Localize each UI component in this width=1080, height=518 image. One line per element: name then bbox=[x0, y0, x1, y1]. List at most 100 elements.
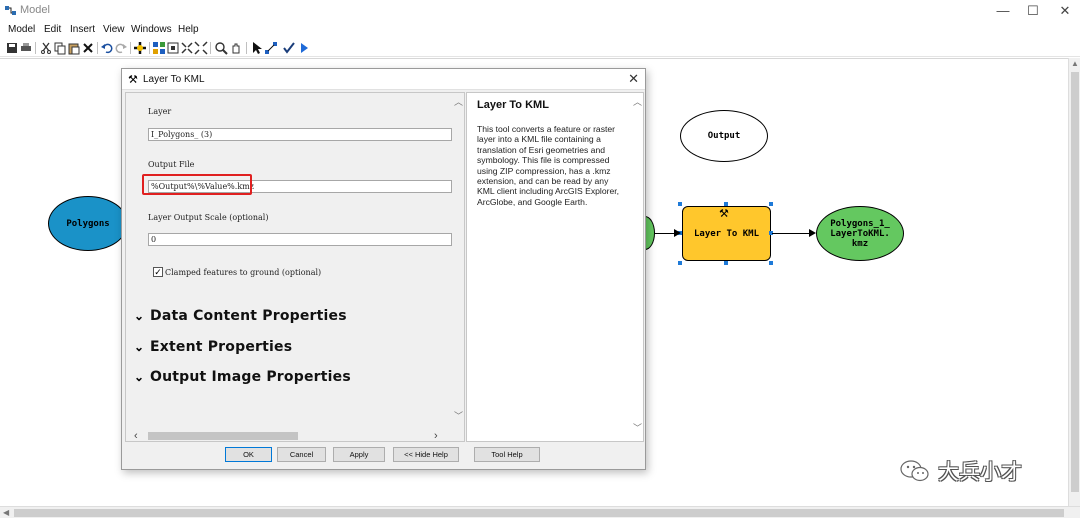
canvas-vertical-scrollbar[interactable]: ▲ bbox=[1068, 58, 1080, 506]
run-icon[interactable] bbox=[297, 41, 311, 55]
tool-node-label: Layer To KML bbox=[693, 228, 760, 239]
params-vertical-scrollbar[interactable]: ︿ ﹀ bbox=[451, 93, 464, 433]
copy-icon[interactable] bbox=[53, 41, 67, 55]
chevron-down-icon[interactable]: ﹀ bbox=[633, 421, 642, 434]
layer-to-kml-dialog: ⚒ Layer To KML ✕ Layer I_Polygons_ (3) O… bbox=[121, 68, 646, 470]
section-output-image[interactable]: ⌄ Output Image Properties bbox=[134, 369, 351, 385]
clamp-checkbox[interactable]: ✓ bbox=[153, 267, 163, 277]
section-label: Extent Properties bbox=[150, 339, 293, 355]
canvas-horizontal-scrollbar[interactable]: ◀ bbox=[0, 506, 1080, 518]
paste-icon[interactable] bbox=[67, 41, 81, 55]
scroll-thumb[interactable] bbox=[148, 432, 298, 440]
variable-node-output[interactable]: Output bbox=[680, 110, 768, 162]
close-button[interactable]: ✕ bbox=[1050, 2, 1080, 20]
menu-insert[interactable]: Insert bbox=[70, 24, 95, 35]
menu-view[interactable]: View bbox=[103, 24, 125, 35]
selection-handle[interactable] bbox=[769, 202, 773, 206]
auto-layout-icon[interactable] bbox=[152, 41, 166, 55]
chevron-down-icon: ⌄ bbox=[134, 309, 145, 323]
scale-input[interactable]: 0 bbox=[148, 233, 452, 246]
maximize-button[interactable]: ☐ bbox=[1018, 2, 1048, 20]
redo-icon[interactable] bbox=[114, 41, 128, 55]
output-node-label: Polygons_1_ LayerToKML. kmz bbox=[830, 218, 890, 249]
scroll-up-icon[interactable]: ▲ bbox=[1071, 59, 1079, 68]
save-icon[interactable] bbox=[5, 41, 19, 55]
fixed-zoom-in-icon[interactable] bbox=[180, 41, 194, 55]
connector-line bbox=[772, 233, 810, 234]
model-app-icon bbox=[5, 6, 16, 15]
window-title: Model bbox=[20, 4, 50, 16]
chevron-right-icon[interactable]: › bbox=[434, 430, 438, 441]
highlight-annotation bbox=[142, 174, 252, 195]
select-icon[interactable] bbox=[250, 41, 264, 55]
menu-bar: Model Edit Insert View Windows Help bbox=[0, 22, 1080, 39]
section-label: Output Image Properties bbox=[150, 369, 351, 385]
section-label: Data Content Properties bbox=[150, 308, 347, 324]
input-node-polygons[interactable]: Polygons bbox=[48, 196, 128, 251]
add-data-icon[interactable] bbox=[133, 41, 147, 55]
tool-help-button[interactable]: Tool Help bbox=[474, 447, 540, 462]
chevron-down-icon: ⌄ bbox=[134, 370, 145, 384]
print-icon[interactable] bbox=[19, 41, 33, 55]
cut-icon[interactable] bbox=[39, 41, 53, 55]
undo-icon[interactable] bbox=[100, 41, 114, 55]
ok-button[interactable]: OK bbox=[225, 447, 272, 462]
wechat-icon bbox=[900, 460, 929, 482]
window-titlebar: Model — ☐ ✕ bbox=[0, 0, 1080, 22]
parameters-pane: Layer I_Polygons_ (3) Output File %Outpu… bbox=[125, 92, 465, 442]
menu-edit[interactable]: Edit bbox=[44, 24, 61, 35]
scale-label: Layer Output Scale (optional) bbox=[148, 213, 269, 222]
toolbar-separator bbox=[130, 42, 131, 54]
dialog-close-button[interactable]: ✕ bbox=[628, 71, 639, 87]
chevron-up-icon[interactable]: ︿ bbox=[454, 95, 463, 108]
layer-label: Layer bbox=[148, 107, 172, 116]
hide-help-button[interactable]: << Hide Help bbox=[393, 447, 459, 462]
connector-arrowhead bbox=[809, 229, 816, 237]
help-pane: Layer To KML This tool converts a featur… bbox=[466, 92, 644, 442]
selection-handle[interactable] bbox=[724, 261, 728, 265]
toolbar-separator bbox=[97, 42, 98, 54]
validate-icon[interactable] bbox=[282, 41, 296, 55]
cancel-button[interactable]: Cancel bbox=[277, 447, 326, 462]
selection-handle[interactable] bbox=[769, 261, 773, 265]
section-data-content[interactable]: ⌄ Data Content Properties bbox=[134, 308, 347, 324]
selection-handle[interactable] bbox=[678, 261, 682, 265]
minimize-button[interactable]: — bbox=[988, 2, 1018, 20]
section-extent[interactable]: ⌄ Extent Properties bbox=[134, 339, 292, 355]
fixed-zoom-out-icon[interactable] bbox=[194, 41, 208, 55]
menu-model[interactable]: Model bbox=[8, 24, 35, 35]
menu-windows[interactable]: Windows bbox=[131, 24, 172, 35]
zoom-icon[interactable] bbox=[214, 41, 228, 55]
chevron-left-icon[interactable]: ‹ bbox=[134, 430, 138, 441]
full-extent-icon[interactable] bbox=[166, 41, 180, 55]
clamp-checkbox-row: ✓ Clamped features to ground (optional) bbox=[153, 267, 321, 277]
chevron-down-icon[interactable]: ﹀ bbox=[454, 409, 463, 422]
variable-node-label: Output bbox=[707, 131, 741, 141]
watermark-text: 大兵小才 bbox=[938, 460, 1022, 484]
selection-handle[interactable] bbox=[678, 202, 682, 206]
chevron-up-icon[interactable]: ︿ bbox=[633, 95, 642, 108]
selection-handle[interactable] bbox=[724, 202, 728, 206]
connect-icon[interactable] bbox=[264, 41, 278, 55]
apply-button[interactable]: Apply bbox=[333, 447, 385, 462]
output-node-kmz[interactable]: Polygons_1_ LayerToKML. kmz bbox=[816, 206, 904, 261]
help-vertical-scrollbar[interactable]: ︿ ﹀ bbox=[630, 93, 643, 441]
toolbar-separator bbox=[210, 42, 211, 54]
params-horizontal-scrollbar[interactable]: ‹ › bbox=[126, 429, 451, 441]
scroll-thumb[interactable] bbox=[14, 509, 1064, 517]
hammer-icon: ⚒ bbox=[719, 208, 729, 220]
chevron-down-icon: ⌄ bbox=[134, 340, 145, 354]
dialog-titlebar: ⚒ Layer To KML ✕ bbox=[122, 69, 645, 90]
dialog-title: Layer To KML bbox=[143, 74, 205, 85]
pan-icon[interactable] bbox=[229, 41, 243, 55]
layer-input[interactable]: I_Polygons_ (3) bbox=[148, 128, 452, 141]
scroll-left-icon[interactable]: ◀ bbox=[3, 508, 9, 517]
help-body: This tool converts a feature or raster l… bbox=[477, 124, 620, 207]
delete-icon[interactable] bbox=[81, 41, 95, 55]
scroll-thumb[interactable] bbox=[1071, 72, 1079, 492]
help-title: Layer To KML bbox=[477, 99, 549, 111]
menu-help[interactable]: Help bbox=[178, 24, 199, 35]
clamp-label: Clamped features to ground (optional) bbox=[165, 267, 322, 277]
hammer-icon: ⚒ bbox=[128, 74, 138, 86]
watermark: 大兵小才 bbox=[900, 456, 1022, 486]
